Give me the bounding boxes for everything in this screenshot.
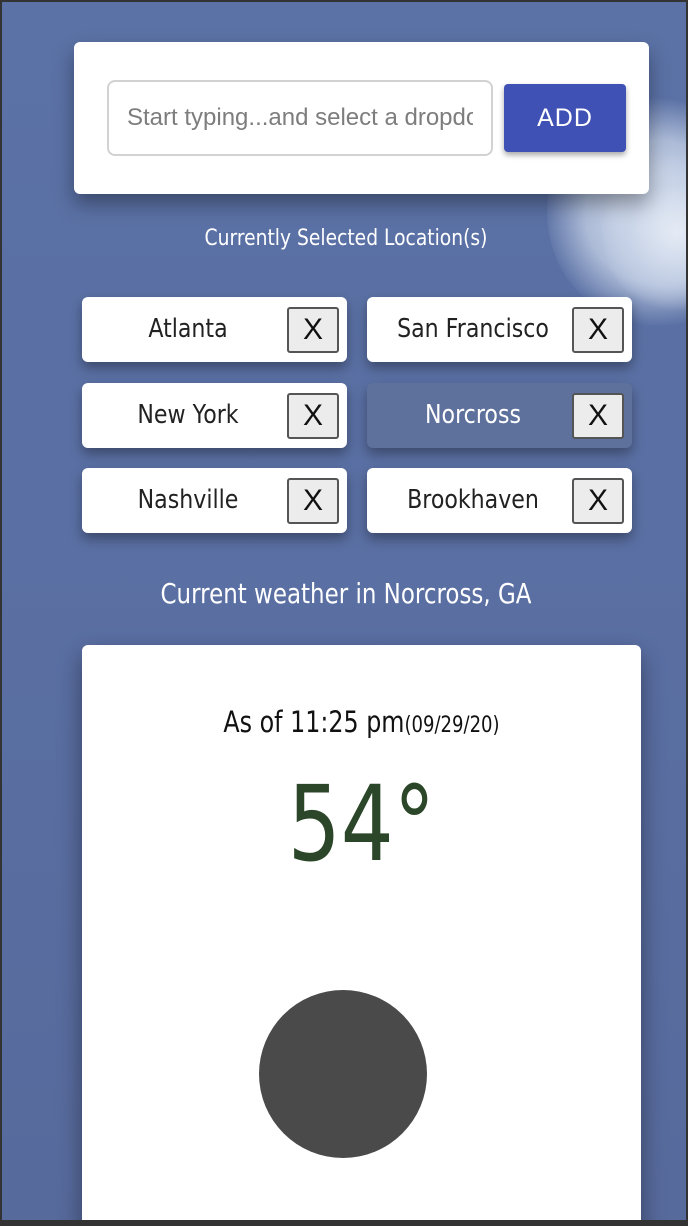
- as-of-time: As of 11:25 pm: [223, 705, 405, 739]
- add-location-button[interactable]: ADD: [504, 84, 626, 152]
- location-chip-label: Norcross: [425, 400, 521, 430]
- location-chip-label: San Francisco: [397, 314, 549, 344]
- location-chip-norcross[interactable]: Norcross X: [367, 383, 632, 448]
- location-chip-san-francisco[interactable]: San Francisco X: [367, 297, 632, 362]
- current-weather-heading: Current weather in Norcross, GA: [160, 577, 532, 610]
- weather-circle-icon: [259, 990, 427, 1158]
- weather-card: As of 11:25 pm(09/29/20) 54°: [82, 645, 641, 1220]
- location-chip-new-york[interactable]: New York X: [82, 383, 347, 448]
- remove-location-button[interactable]: X: [572, 307, 624, 353]
- search-card: ADD: [74, 42, 649, 194]
- remove-location-button[interactable]: X: [572, 478, 624, 524]
- remove-location-button[interactable]: X: [287, 393, 339, 439]
- location-search-input[interactable]: [107, 80, 493, 156]
- temperature-value: 54°: [287, 763, 436, 885]
- location-chip-label: Brookhaven: [407, 485, 539, 515]
- remove-location-button[interactable]: X: [287, 307, 339, 353]
- app-frame: ADD Currently Selected Location(s) Atlan…: [0, 0, 688, 1226]
- location-chip-nashville[interactable]: Nashville X: [82, 468, 347, 533]
- location-chip-label: Atlanta: [148, 314, 228, 344]
- remove-location-button[interactable]: X: [287, 478, 339, 524]
- location-chip-brookhaven[interactable]: Brookhaven X: [367, 468, 632, 533]
- as-of-date: (09/29/20): [404, 713, 500, 738]
- location-chip-label: Nashville: [137, 485, 239, 515]
- as-of-timestamp: As of 11:25 pm(09/29/20): [132, 705, 590, 739]
- remove-location-button[interactable]: X: [572, 393, 624, 439]
- selected-locations-heading: Currently Selected Location(s): [204, 226, 488, 251]
- location-chip-atlanta[interactable]: Atlanta X: [82, 297, 347, 362]
- location-chip-label: New York: [137, 400, 239, 430]
